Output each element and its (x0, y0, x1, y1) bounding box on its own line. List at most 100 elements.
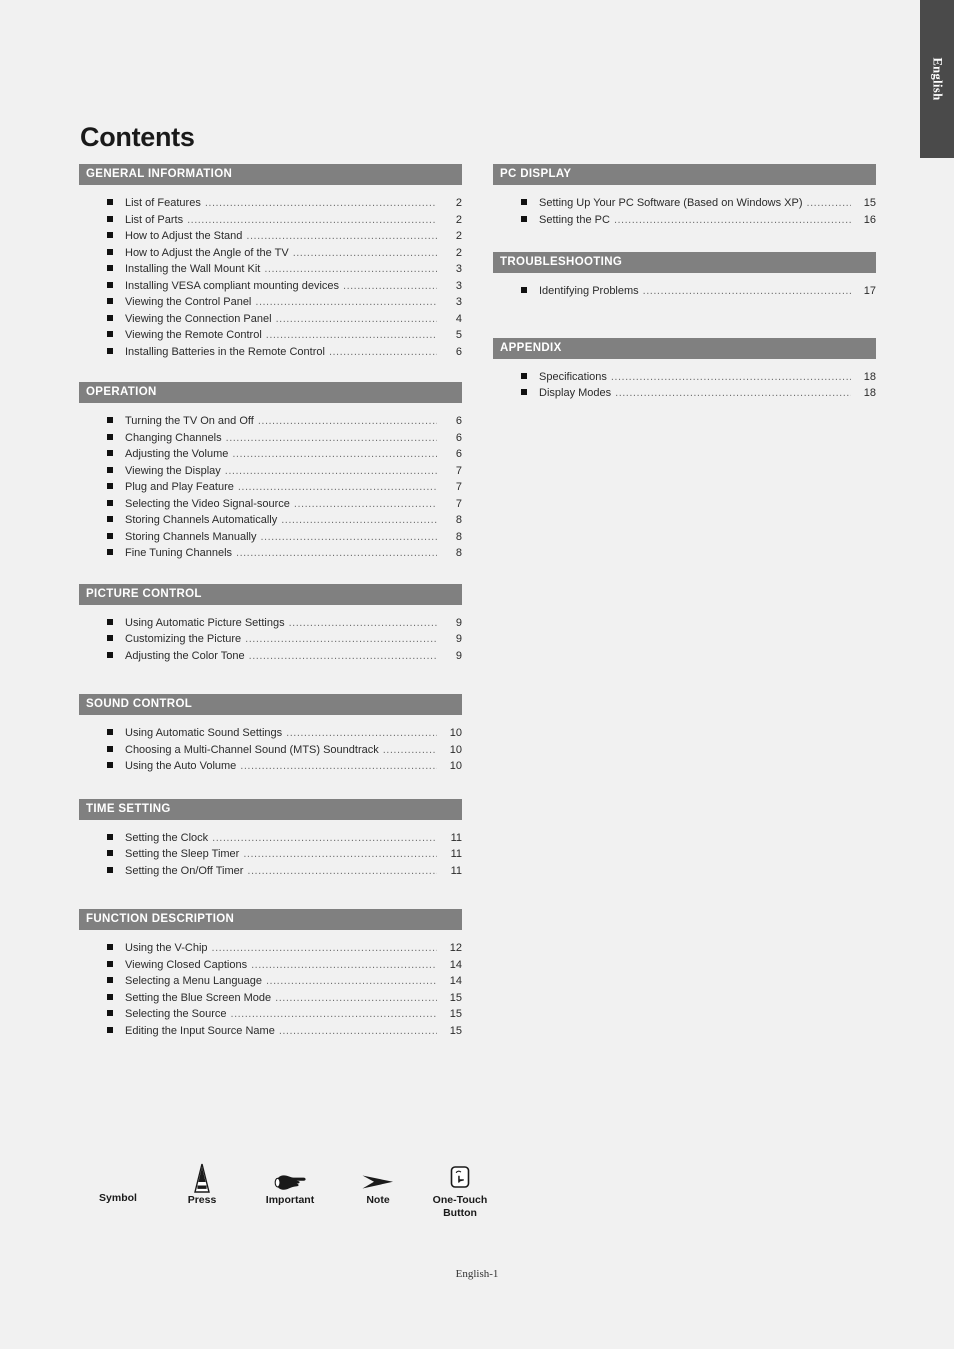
toc-entry[interactable]: Storing Channels Manually...............… (79, 529, 462, 546)
legend-cell-press: Press (163, 1158, 241, 1207)
toc-entry[interactable]: Setting the On/Off Timer................… (79, 863, 462, 880)
toc-entry-page-number: 11 (450, 848, 462, 860)
legend-label-one-touch-line2: Button (443, 1207, 477, 1219)
toc-entry[interactable]: Selecting the Source....................… (79, 1006, 462, 1023)
toc-entry[interactable]: Fine Tuning Channels....................… (79, 545, 462, 562)
bullet-square-icon (107, 1010, 113, 1016)
dot-leader: ........................................… (232, 448, 437, 460)
toc-section: PICTURE CONTROL Using Automatic Picture S… (79, 583, 462, 665)
toc-entry[interactable]: Identifying Problems....................… (493, 283, 876, 300)
toc-entry[interactable]: How to Adjust the Stand.................… (79, 228, 462, 245)
bullet-square-icon (107, 499, 113, 506)
dot-leader: ........................................… (243, 848, 437, 860)
toc-entry-page-number: 12 (449, 942, 462, 954)
dot-leader: ........................................… (246, 230, 437, 242)
toc-list: Identifying Problems....................… (493, 273, 876, 300)
bullet-square-icon (107, 483, 113, 489)
dot-leader: ........................................… (343, 279, 437, 292)
dot-leader: ........................................… (266, 975, 437, 987)
toc-entry[interactable]: List of Features........................… (79, 195, 462, 212)
toc-entry[interactable]: Installing Batteries in the Remote Contr… (79, 344, 462, 361)
toc-entry-page-number: 18 (863, 370, 876, 383)
toc-entry-page-number: 18 (863, 387, 876, 399)
toc-list: Using Automatic Sound Settings..........… (79, 715, 462, 775)
toc-entry[interactable]: Using Automatic Picture Settings........… (79, 615, 462, 632)
bullet-square-icon (107, 248, 113, 255)
toc-entry-label: Using Automatic Sound Settings (125, 727, 283, 739)
legend-cell-symbol: Symbol (79, 1192, 157, 1205)
toc-entry-label: Setting Up Your PC Software (Based on Wi… (539, 197, 803, 209)
toc-entry[interactable]: Using Automatic Sound Settings..........… (79, 725, 462, 742)
toc-entry[interactable]: How to Adjust the Angle of the TV.......… (79, 245, 462, 262)
toc-entry-page-number: 15 (449, 1024, 462, 1037)
dot-leader: ........................................… (292, 246, 437, 259)
toc-entry[interactable]: Choosing a Multi-Channel Sound (MTS) Sou… (79, 742, 462, 759)
dot-leader: ........................................… (224, 464, 437, 477)
bullet-square-icon (107, 215, 113, 222)
toc-entry-page-number: 8 (455, 514, 462, 526)
toc-entry-page-number: 3 (455, 263, 462, 275)
toc-entry[interactable]: Viewing the Remote Control..............… (79, 327, 462, 344)
bullet-square-icon (107, 314, 113, 321)
toc-section: FUNCTION DESCRIPTION Using the V-Chip....… (79, 909, 462, 1039)
arrow-dart-icon (339, 1158, 417, 1194)
toc-entry-page-number: 8 (455, 547, 462, 559)
dot-leader: ........................................… (288, 616, 437, 629)
toc-entry-label: Changing Channels (125, 431, 222, 444)
bullet-square-icon (521, 372, 527, 379)
toc-entry[interactable]: Setting the PC..........................… (493, 212, 876, 229)
toc-entry[interactable]: Viewing the Connection Panel............… (79, 311, 462, 328)
bullet-square-icon (107, 549, 113, 555)
toc-entry[interactable]: Adjusting the Volume....................… (79, 446, 462, 463)
bullet-square-icon (107, 532, 113, 539)
toc-entry-page-number: 14 (449, 958, 462, 971)
bullet-square-icon (107, 993, 113, 1000)
toc-entry-label: Viewing Closed Captions (125, 958, 248, 971)
toc-entry[interactable]: List of Parts...........................… (79, 212, 462, 229)
section-header: PICTURE CONTROL (79, 583, 462, 605)
dot-leader: ........................................… (225, 431, 437, 444)
legend-label-note: Note (366, 1194, 390, 1206)
toc-entry[interactable]: Setting the Blue Screen Mode............… (79, 990, 462, 1007)
toc-entry[interactable]: Viewing the Display.....................… (79, 463, 462, 480)
toc-entry[interactable]: Setting Up Your PC Software (Based on Wi… (493, 195, 876, 212)
toc-entry-label: Selecting the Video Signal-source (125, 497, 290, 510)
bullet-square-icon (107, 417, 113, 423)
toc-entry[interactable]: Using the V-Chip........................… (79, 940, 462, 957)
toc-entry[interactable]: Turning the TV On and Off...............… (79, 413, 462, 430)
dot-leader: ........................................… (264, 263, 437, 275)
toc-entry[interactable]: Using the Auto Volume...................… (79, 758, 462, 775)
toc-entry-page-number: 15 (449, 991, 462, 1004)
toc-entry[interactable]: Selecting the Video Signal-source.......… (79, 496, 462, 513)
toc-entry[interactable]: Installing VESA compliant mounting devic… (79, 278, 462, 295)
toc-entry-page-number: 15 (863, 197, 876, 209)
toc-entry[interactable]: Changing Channels.......................… (79, 430, 462, 447)
toc-entry[interactable]: Display Modes...........................… (493, 385, 876, 402)
toc-entry[interactable]: Viewing Closed Captions.................… (79, 957, 462, 974)
section-header: TIME SETTING (79, 798, 462, 820)
toc-list: Setting Up Your PC Software (Based on Wi… (493, 185, 876, 228)
toc-entry[interactable]: Storing Channels Automatically..........… (79, 512, 462, 529)
toc-entry[interactable]: Adjusting the Color Tone................… (79, 648, 462, 665)
toc-entry[interactable]: Selecting a Menu Language...............… (79, 973, 462, 990)
dot-leader: ........................................… (615, 387, 851, 399)
section-header: OPERATION (79, 382, 462, 403)
toc-entry[interactable]: Setting the Clock.......................… (79, 830, 462, 847)
dot-leader: ........................................… (265, 329, 437, 341)
section-header: SOUND CONTROL (79, 694, 462, 715)
toc-entry-label: Setting the Sleep Timer (125, 848, 240, 860)
toc-entry[interactable]: Customizing the Picture.................… (79, 631, 462, 648)
toc-entry[interactable]: Plug and Play Feature...................… (79, 479, 462, 496)
toc-entry[interactable]: Installing the Wall Mount Kit...........… (79, 261, 462, 278)
dot-leader: ........................................… (240, 760, 437, 772)
toc-entry[interactable]: Specifications..........................… (493, 369, 876, 386)
language-tab-label: English (930, 57, 945, 101)
toc-list: Turning the TV On and Off...............… (79, 403, 462, 562)
toc-entry-label: Using the V-Chip (125, 942, 208, 954)
page-footer: English-1 (455, 1268, 499, 1280)
toc-entry[interactable]: Editing the Input Source Name...........… (79, 1023, 462, 1040)
toc-entry[interactable]: Viewing the Control Panel...............… (79, 294, 462, 311)
toc-entry[interactable]: Setting the Sleep Timer.................… (79, 846, 462, 863)
dot-leader: ........................................… (278, 1024, 437, 1037)
